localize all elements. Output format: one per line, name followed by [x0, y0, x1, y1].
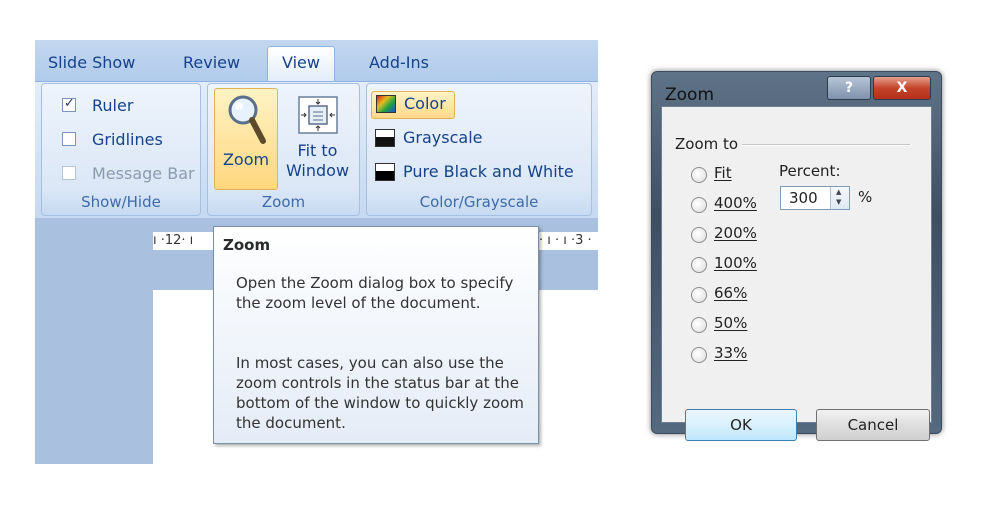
- group-zoom: Zoom Fit to Window Zoom: [207, 83, 360, 216]
- magnifier-icon: [228, 95, 266, 144]
- percent-sign: %: [858, 188, 873, 206]
- group-label-zoom: Zoom: [261, 193, 306, 211]
- checkbox-box: ✓: [62, 96, 76, 112]
- radio-33-label[interactable]: 33%: [714, 344, 747, 362]
- radio-50[interactable]: [691, 317, 707, 333]
- help-button[interactable]: ?: [827, 76, 871, 100]
- help-icon: ?: [844, 80, 854, 96]
- percent-value: 300: [789, 189, 818, 207]
- group-label-color-grayscale: Color/Grayscale: [419, 193, 539, 211]
- percent-spinner[interactable]: ▲ ▼: [830, 187, 849, 209]
- grayscale-label: Grayscale: [403, 128, 483, 147]
- ribbon-panel: ✓ Ruler Gridlines Message Bar Show/Hide: [35, 81, 598, 218]
- fit-to-window-button[interactable]: Fit to Window: [280, 88, 355, 188]
- radio-400-label[interactable]: 400%: [714, 194, 757, 212]
- radio-400[interactable]: [691, 197, 707, 213]
- fit-line-1: Fit to: [297, 141, 338, 160]
- fit-to-window-icon: [297, 96, 338, 134]
- ok-button[interactable]: OK: [685, 409, 797, 441]
- tooltip-paragraph-2: In most cases, you can also use the zoom…: [236, 354, 524, 432]
- radio-66[interactable]: [691, 287, 707, 303]
- radio-50-label[interactable]: 50%: [714, 314, 747, 332]
- ruler-left: ı ·12· ı: [153, 232, 213, 250]
- radio-fit[interactable]: [691, 167, 707, 183]
- tab-review[interactable]: Review: [183, 53, 240, 72]
- black-white-swatch-icon: [375, 163, 395, 181]
- percent-input[interactable]: 300 ▲ ▼: [780, 186, 850, 210]
- gridlines-label: Gridlines: [92, 130, 163, 149]
- color-swatch-icon: [376, 95, 396, 113]
- ruler-label: Ruler: [92, 96, 134, 115]
- group-color-grayscale: Color Grayscale Pure Black and White Col…: [366, 83, 592, 216]
- tab-slide-show[interactable]: Slide Show: [48, 53, 135, 72]
- tab-view[interactable]: View: [267, 46, 335, 81]
- zoom-button[interactable]: Zoom: [214, 88, 278, 190]
- dialog-title: Zoom: [665, 85, 715, 105]
- check-mark-icon: ✓: [64, 96, 75, 111]
- zoom-button-label: Zoom: [222, 150, 270, 169]
- spin-up-icon[interactable]: ▲: [836, 188, 841, 196]
- zoom-tooltip: Zoom Open the Zoom dialog box to specify…: [213, 226, 539, 444]
- color-label: Color: [404, 94, 446, 113]
- tooltip-title: Zoom: [223, 236, 271, 254]
- radio-100[interactable]: [691, 257, 707, 273]
- checkbox-box: [62, 166, 76, 180]
- group-divider: [742, 144, 910, 146]
- tooltip-paragraph-1: Open the Zoom dialog box to specify the …: [236, 274, 514, 312]
- grayscale-swatch-icon: [375, 129, 395, 147]
- fit-line-2: Window: [285, 161, 350, 180]
- radio-33[interactable]: [691, 347, 707, 363]
- radio-66-label[interactable]: 66%: [714, 284, 747, 302]
- ruler-right: · ı · ı ·3 ·: [539, 232, 598, 250]
- powerpoint-window: Slide Show Review View Add-Ins ✓ Ruler G…: [35, 40, 598, 464]
- pure-black-white-label: Pure Black and White: [403, 162, 574, 181]
- ribbon-tab-bar: Slide Show Review View Add-Ins: [35, 40, 598, 81]
- group-label-show-hide: Show/Hide: [81, 193, 161, 211]
- cancel-button[interactable]: Cancel: [816, 409, 930, 441]
- percent-label: Percent:: [779, 162, 841, 180]
- close-icon: X: [896, 80, 908, 96]
- message-bar-label: Message Bar: [92, 164, 195, 183]
- dialog-body: Zoom to Fit 400% 200% 100% 66% 50% 33% P…: [661, 106, 932, 441]
- radio-fit-label[interactable]: Fit: [714, 164, 732, 182]
- radio-100-label[interactable]: 100%: [714, 254, 757, 272]
- spin-down-icon[interactable]: ▼: [836, 198, 841, 206]
- group-show-hide: ✓ Ruler Gridlines Message Bar Show/Hide: [41, 83, 201, 216]
- radio-200-label[interactable]: 200%: [714, 224, 757, 242]
- zoom-dialog: Zoom ? X Zoom to Fit 400% 200% 100% 66% …: [651, 71, 942, 441]
- zoom-to-label: Zoom to: [675, 135, 739, 153]
- color-button[interactable]: Color: [371, 91, 455, 119]
- close-button[interactable]: X: [873, 76, 931, 100]
- tab-add-ins[interactable]: Add-Ins: [369, 53, 429, 72]
- radio-200[interactable]: [691, 227, 707, 243]
- checkbox-box: [62, 132, 76, 146]
